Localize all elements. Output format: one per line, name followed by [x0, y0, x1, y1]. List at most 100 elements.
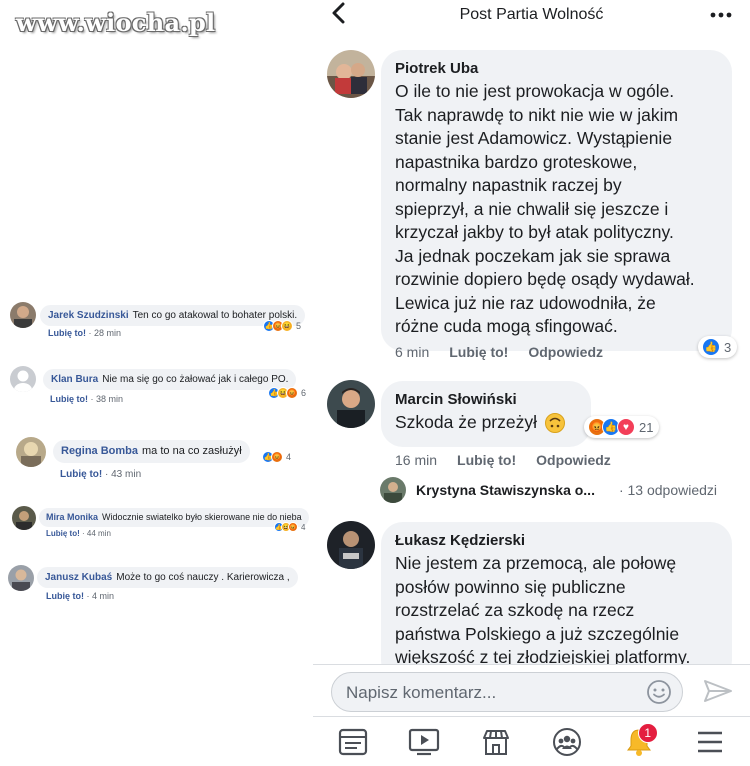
comment-text: Szkoda że przeżył	[395, 411, 581, 435]
more-options-icon[interactable]	[710, 3, 732, 33]
reaction-count: 5	[296, 321, 302, 331]
post-comments-panel: Post Partia Wolność Piotrek Uba O ile to…	[313, 0, 750, 766]
comment-author[interactable]: Klan Bura	[51, 374, 98, 385]
comment-time: 16 min	[395, 452, 438, 468]
avatar[interactable]	[8, 565, 34, 591]
like-link[interactable]: Lubię to!	[449, 344, 508, 360]
comment-line: spieprzył, a nie chwalił się jeszcze i	[395, 198, 669, 219]
reaction-summary[interactable]: 👍 😆 😡 4	[274, 522, 305, 532]
avatar[interactable]	[10, 302, 36, 328]
reaction-count: 6	[301, 388, 307, 398]
news-feed-icon	[338, 728, 367, 755]
comment-bubble: Regina Bomba ma to na co zasłużył	[53, 440, 250, 463]
avatar[interactable]	[327, 50, 375, 98]
emoji-icon[interactable]	[646, 679, 672, 710]
video-icon	[409, 728, 440, 755]
notification-badge: 1	[637, 722, 658, 743]
comment-composer: Napisz komentarz...	[313, 664, 750, 716]
comment-bubble: Piotrek Uba O ile to nie jest prowokacja…	[381, 50, 732, 351]
like-link[interactable]: Lubię to!	[46, 529, 80, 538]
comment-text: Nie jestem za przemocą, ale połowę posłó…	[395, 552, 718, 670]
comment-meta: Lubię to! · 43 min	[60, 469, 142, 480]
comment-bubble: Klan Bura Nie ma się go co żałować jak i …	[43, 369, 297, 390]
avatar[interactable]	[16, 437, 46, 467]
tab-menu[interactable]	[690, 722, 730, 762]
top-bar: Post Partia Wolność	[313, 0, 750, 32]
angry-reaction-icon: 😡	[286, 387, 298, 399]
comment-text: Widocznie swiatelko było skierowane nie …	[102, 512, 302, 522]
comment-bubble: Mira Monika Widocznie swiatelko było skie…	[39, 508, 309, 527]
comment-meta: Lubię to! · 4 min	[46, 591, 115, 601]
comment-line: normalny napastnik raczej by	[395, 175, 622, 195]
comment-line: różne cuda mogą sfingować.	[395, 316, 618, 336]
reply-count[interactable]: · 13 odpowiedzi	[619, 482, 717, 498]
avatar[interactable]	[12, 506, 36, 530]
reaction-count: 21	[639, 419, 654, 435]
comment-text: Może to go coś nauczy . Karierowicza ,	[116, 572, 290, 583]
avatar[interactable]	[10, 366, 36, 392]
avatar[interactable]	[327, 380, 375, 428]
tab-notifications[interactable]: 1	[619, 722, 659, 762]
comment-meta: Lubię to! · 44 min	[46, 529, 111, 538]
reaction-summary[interactable]: 👍 3	[698, 336, 738, 358]
avatar[interactable]	[327, 521, 375, 569]
like-link[interactable]: Lubię to!	[457, 452, 516, 468]
comment-time: 6 min	[395, 344, 430, 360]
hamburger-menu-icon	[698, 731, 723, 752]
comment-author[interactable]: Marcin Słowiński	[395, 391, 581, 409]
reply-preview[interactable]: Krystyna Stawiszynska o... · 13 odpowied…	[380, 475, 717, 505]
comment-bubble: Łukasz Kędzierski Nie jestem za przemocą…	[381, 522, 732, 682]
reaction-count: 4	[301, 522, 306, 532]
tab-news-feed[interactable]	[333, 722, 373, 762]
reaction-count: 4	[286, 452, 292, 462]
screenshot-root: www.wiocha.pl Jarek Szudzinski Ten co go …	[0, 0, 750, 766]
like-link[interactable]: Lubię to!	[50, 394, 88, 404]
comment-author[interactable]: Regina Bomba	[61, 445, 138, 457]
like-link[interactable]: Lubię to!	[46, 591, 84, 601]
comment-bubble: Janusz Kubaś Może to go coś nauczy . Kari…	[37, 567, 298, 588]
tab-watch[interactable]	[404, 722, 444, 762]
comment-meta: Lubię to! · 28 min	[48, 328, 122, 338]
comment-author[interactable]: Łukasz Kędzierski	[395, 532, 718, 550]
comment-text: Nie ma się go co żałować jak i całego PO…	[102, 374, 289, 385]
reaction-summary[interactable]: 😡 👍 ♥ 21	[584, 416, 660, 438]
reply-author[interactable]: Krystyna Stawiszynska o...	[416, 482, 595, 498]
love-reaction-icon: ♥	[617, 418, 635, 436]
comment-time: 4 min	[92, 591, 115, 601]
comment-time: 38 min	[96, 394, 124, 404]
comment-line: rozwinie dopiero będę osądy wydawał.	[395, 269, 695, 289]
reply-link[interactable]: Odpowiedz	[536, 452, 611, 468]
send-icon[interactable]	[703, 678, 733, 709]
tab-marketplace[interactable]	[476, 722, 516, 762]
comment-line: państwa Polskiego a już szczególnie	[395, 623, 680, 644]
like-link[interactable]: Lubię to!	[48, 328, 86, 338]
comment-author[interactable]: Piotrek Uba	[395, 60, 718, 78]
upside-down-face-icon	[545, 412, 566, 433]
like-link[interactable]: Lubię to!	[60, 469, 102, 480]
reply-link[interactable]: Odpowiedz	[528, 344, 603, 360]
comment-author[interactable]: Jarek Szudzinski	[48, 310, 129, 321]
comment-meta: 6 min Lubię to! Odpowiedz	[395, 344, 603, 360]
comment-text: ma to na co zasłużył	[142, 445, 242, 457]
reaction-summary[interactable]: 👍 😡 4	[262, 451, 291, 463]
comment-meta: 16 min Lubię to! Odpowiedz	[395, 452, 611, 468]
comment-line: Tak naprawdę to nikt nie wie w jakim	[395, 104, 679, 125]
comment-author[interactable]: Mira Monika	[46, 512, 98, 522]
comment-author[interactable]: Janusz Kubaś	[45, 572, 112, 583]
comment-input[interactable]: Napisz komentarz...	[331, 672, 683, 712]
comment-meta: Lubię to! · 38 min	[50, 394, 124, 404]
reaction-summary[interactable]: 👍 😡 😆 5	[263, 320, 301, 332]
page-title: Post Partia Wolność	[459, 6, 604, 23]
comment-line: O ile to nie jest prowokacja w ogóle.	[395, 81, 675, 101]
comment-line: krzyczał jakby to był atak polityczny.	[395, 222, 674, 242]
comment-text: O ile to nie jest prowokacja w ogóle. Ta…	[395, 80, 718, 339]
comment-line: napastnika bardzo groteskowe,	[395, 151, 638, 172]
groups-icon	[553, 727, 582, 756]
comment-time: 43 min	[111, 469, 142, 480]
comment-input-placeholder: Napisz komentarz...	[346, 683, 497, 702]
tab-groups[interactable]	[547, 722, 587, 762]
reaction-summary[interactable]: 👍 😆 😡 6	[268, 387, 306, 399]
marketplace-icon	[482, 729, 509, 755]
comment-line: stanie jest Adamowicz. Wystąpienie	[395, 128, 673, 148]
haha-reaction-icon: 😆	[281, 320, 293, 332]
